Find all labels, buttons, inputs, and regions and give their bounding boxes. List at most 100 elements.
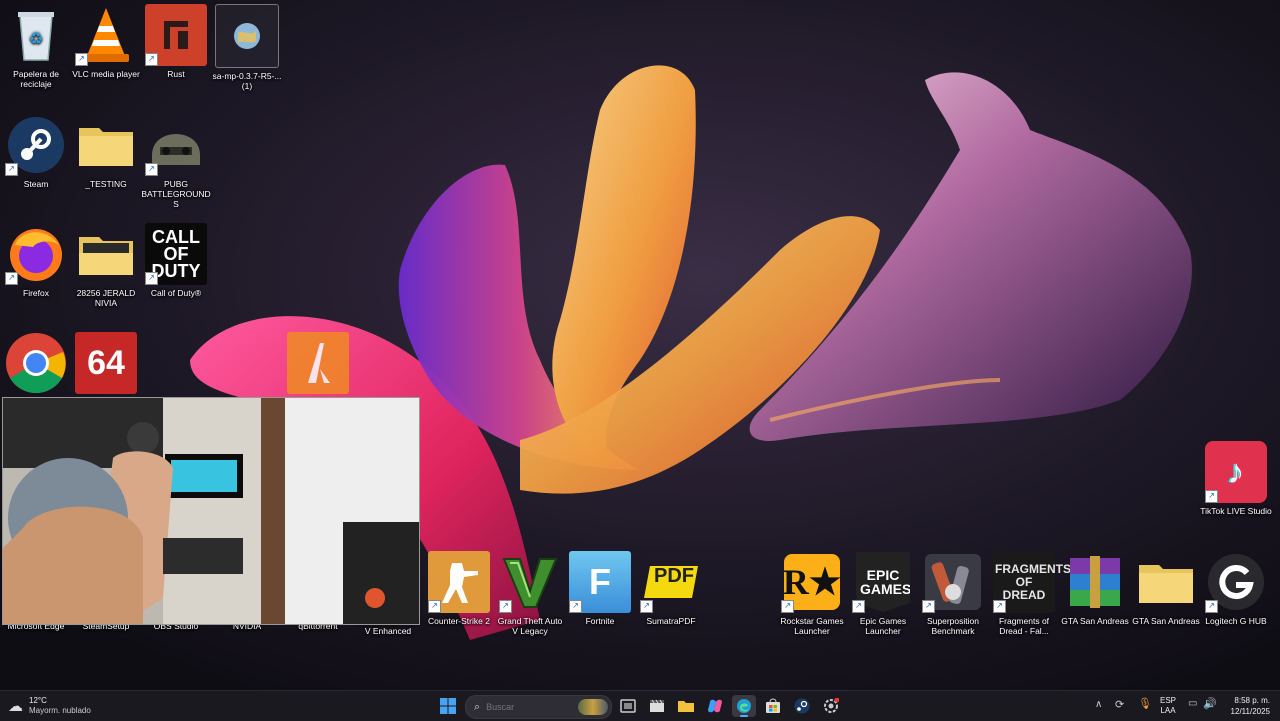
desktop-icon-epic-games[interactable]: EPIC GAMES ↗ Epic Games Launcher — [847, 551, 919, 636]
search-icon: ⌕ — [474, 700, 481, 713]
desktop-icon-label: _TESTING — [85, 179, 127, 189]
desktop-icon-label: PUBG BATTLEGROUNDS — [141, 179, 211, 209]
desktop-icon-call-of-duty[interactable]: CALL OF DUTY ↗ Call of Duty® — [140, 223, 212, 298]
desktop-icon-cs2[interactable]: ↗ Counter-Strike 2 — [423, 551, 495, 626]
desktop-icon-pubg[interactable]: ↗ PUBG BATTLEGROUNDS — [140, 114, 212, 209]
rockstar-icon: R★ ↗ — [781, 551, 843, 613]
shortcut-arrow-icon: ↗ — [852, 600, 865, 613]
shortcut-arrow-icon: ↗ — [781, 600, 794, 613]
pdf-logo-text: PDF — [654, 565, 694, 587]
svg-text:♻: ♻ — [29, 31, 43, 48]
desktop-icon-fragments-of-dread[interactable]: FRAGMENTS OF DREAD ↗ Fragments of Dread … — [988, 551, 1071, 636]
desktop-icon-label: Papelera de reciclaje — [13, 69, 59, 89]
task-view-button[interactable] — [616, 695, 640, 717]
desktop-icon-label: Fortnite — [585, 616, 615, 626]
network-icon[interactable]: ▭ — [1188, 698, 1197, 709]
volume-icon[interactable]: 🔊 — [1203, 697, 1217, 710]
taskbar-steam[interactable] — [790, 695, 814, 717]
desktop-icon-label: Call of Duty® — [150, 288, 202, 298]
superposition-icon: ↗ — [922, 551, 984, 613]
taskbar-copilot[interactable] — [703, 695, 727, 717]
samp-installer-icon — [215, 4, 279, 68]
shortcut-arrow-icon: ↗ — [75, 53, 88, 66]
search-box[interactable]: ⌕ — [465, 695, 612, 719]
clock-date: 12/11/2025 — [1230, 707, 1270, 716]
clock-time: 8:58 p. m. — [1234, 696, 1270, 705]
shortcut-arrow-icon: ↗ — [428, 600, 441, 613]
desktop-icon-jerald-folder[interactable]: 28256 JERALD NIVIA — [70, 223, 142, 308]
weather-temp: 12°C — [29, 696, 47, 705]
desktop-icon-gta-sa-archive[interactable]: GTA San Andreas — [1059, 551, 1131, 626]
desktop-icon-label: Firefox — [23, 288, 49, 298]
taskbar-settings[interactable] — [819, 695, 843, 717]
desktop-icon-label: Superposition Benchmark — [927, 616, 979, 636]
taskbar-file-explorer[interactable] — [674, 695, 698, 717]
desktop-icon-hwinfo64[interactable]: 64 — [70, 332, 142, 394]
desktop-icon-label: Epic Games Launcher — [859, 616, 907, 636]
desktop-icon-tiktok-live[interactable]: ♪ ↗ TikTok LIVE Studio — [1200, 441, 1272, 516]
desktop-icon-firefox[interactable]: ↗ Firefox — [0, 223, 72, 298]
start-button[interactable] — [436, 695, 460, 717]
desktop-icon-rockstar[interactable]: R★ ↗ Rockstar Games Launcher — [776, 551, 848, 636]
desktop-icon-fivem[interactable] — [282, 332, 354, 394]
desktop-icon-label: Fragments of Dread - Fal... — [998, 616, 1050, 636]
desktop-icon-label: Rockstar Games Launcher — [780, 616, 844, 636]
desktop-icon-label: Grand Theft Auto V Legacy — [497, 616, 563, 636]
file-explorer-icon — [678, 701, 694, 712]
fivem-icon — [287, 332, 349, 394]
microphone-icon[interactable]: 🎙 — [1138, 697, 1152, 710]
folder-icon — [1135, 551, 1197, 613]
chevron-up-icon[interactable]: ∧ — [1095, 699, 1102, 710]
fortnite-icon: F ↗ — [569, 551, 631, 613]
desktop-icon-label: Steam — [23, 179, 49, 189]
chrome-icon — [5, 332, 67, 394]
language-indicator[interactable]: ESP LAA — [1160, 696, 1176, 716]
weather-widget[interactable]: ☁ 12°C Mayorm. nublado — [8, 695, 118, 717]
clock[interactable]: 8:58 p. m. 12/11/2025 — [1222, 695, 1270, 717]
cs2-icon: ↗ — [428, 551, 490, 613]
winrar-archive-icon — [1064, 551, 1126, 613]
desktop-icon-superposition[interactable]: ↗ Superposition Benchmark — [917, 551, 989, 636]
desktop-icon-label: TikTok LIVE Studio — [1200, 506, 1272, 516]
recycle-bin-icon: ♻ — [5, 4, 67, 66]
desktop-icon-steam[interactable]: ↗ Steam — [0, 114, 72, 189]
desktop-icon-logitech-ghub[interactable]: ↗ Logitech G HUB — [1200, 551, 1272, 626]
desktop-icon-gta-v-legacy[interactable]: ↗ Grand Theft Auto V Legacy — [494, 551, 566, 636]
desktop-icon-vlc[interactable]: ↗ VLC media player — [70, 4, 142, 79]
edge-icon — [737, 699, 751, 713]
taskbar-clapperboard[interactable] — [645, 695, 669, 717]
steam-icon — [794, 698, 810, 714]
desktop-icon-samp[interactable]: sa-mp-0.3.7-R5-... (1) — [211, 4, 283, 91]
desktop-icon-label: GTA San Andreas — [1061, 616, 1129, 626]
search-input[interactable] — [484, 701, 569, 713]
desktop-icon-gta-sa-folder[interactable]: GTA San Andreas — [1130, 551, 1202, 626]
vlc-cone-icon: ↗ — [75, 4, 137, 66]
shortcut-arrow-icon: ↗ — [5, 163, 18, 176]
language-code: ESP — [1160, 696, 1177, 705]
desktop-icon-sumatrapdf[interactable]: PDF ↗ SumatraPDF — [635, 551, 707, 626]
clapperboard-icon — [650, 699, 664, 712]
desktop-icon-chrome[interactable] — [0, 332, 72, 394]
shortcut-arrow-icon: ↗ — [499, 600, 512, 613]
sync-icon[interactable]: ⟳ — [1115, 698, 1124, 711]
desktop-icon-fortnite[interactable]: F ↗ Fortnite — [564, 551, 636, 626]
desktop-icon-label: GTA San Andreas — [1132, 616, 1200, 626]
taskbar-store[interactable] — [761, 695, 785, 717]
desktop-icon-testing-folder[interactable]: _TESTING — [70, 114, 142, 189]
taskbar-edge[interactable] — [732, 695, 756, 717]
keyboard-layout: LAA — [1160, 706, 1176, 715]
desktop-icon-label: Rust — [167, 69, 185, 79]
fragments-of-dread-icon: FRAGMENTS OF DREAD ↗ — [993, 551, 1071, 613]
sumatra-pdf-icon: PDF ↗ — [640, 551, 702, 613]
shortcut-arrow-icon: ↗ — [145, 53, 158, 66]
firefox-icon: ↗ — [5, 223, 67, 285]
desktop-icon-recycle-bin[interactable]: ♻ Papelera de reciclaje — [0, 4, 72, 89]
logitech-g-icon: ↗ — [1205, 551, 1267, 613]
shortcut-arrow-icon: ↗ — [569, 600, 582, 613]
copilot-icon — [708, 699, 722, 713]
desktop-icon-rust[interactable]: ↗ Rust — [140, 4, 212, 79]
pubg-helmet-icon: ↗ — [145, 114, 207, 176]
desktop-icon-label: 28256 JERALD NIVIA — [76, 288, 136, 308]
search-highlight-image — [578, 699, 608, 715]
shortcut-arrow-icon: ↗ — [640, 600, 653, 613]
